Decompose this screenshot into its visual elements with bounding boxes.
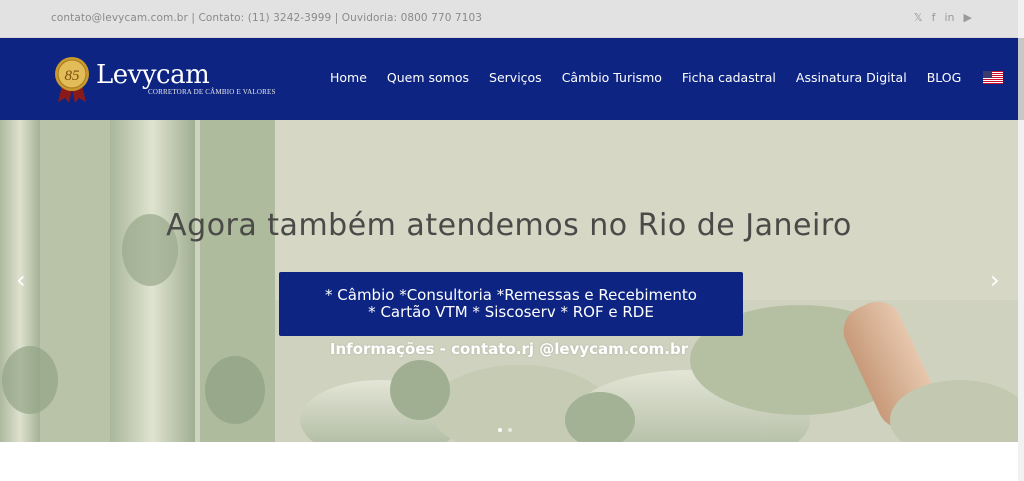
- hero-title: Agora também atendemos no Rio de Janeiro: [166, 208, 852, 243]
- slider-dot[interactable]: [508, 428, 512, 432]
- medal-icon: 85: [55, 57, 89, 103]
- hero-slider: Agora também atendemos no Rio de Janeiro…: [0, 120, 1018, 442]
- slider-prev-icon[interactable]: ‹: [16, 268, 26, 292]
- linkedin-icon[interactable]: in: [945, 12, 955, 24]
- slider-dots: [498, 428, 512, 432]
- nav-servicos[interactable]: Serviços: [479, 70, 552, 85]
- social-links: 𝕏 f in ▶: [914, 12, 972, 24]
- contact-info: contato@levycam.com.br | Contato: (11) 3…: [51, 12, 483, 24]
- youtube-icon[interactable]: ▶: [964, 12, 972, 24]
- facebook-icon[interactable]: f: [932, 12, 936, 24]
- brand-name: Levycam: [96, 60, 210, 90]
- nav-blog[interactable]: BLOG: [917, 70, 972, 85]
- nav-cambio-turismo[interactable]: Câmbio Turismo: [552, 70, 672, 85]
- page-scrollbar[interactable]: [1018, 0, 1024, 481]
- logo-badge-number: 85: [65, 68, 81, 84]
- scrollbar-thumb[interactable]: [1018, 38, 1024, 120]
- levycam-logo[interactable]: 85 Levycam CORRETORA DE CÂMBIO E VALORES: [52, 56, 275, 104]
- slider-next-icon[interactable]: ›: [990, 268, 1000, 292]
- main-nav: Home Quem somos Serviços Câmbio Turismo …: [320, 70, 1004, 85]
- top-bar: contato@levycam.com.br | Contato: (11) 3…: [0, 0, 1018, 38]
- services-line-1: * Câmbio *Consultoria *Remessas e Recebi…: [325, 286, 697, 304]
- twitter-icon[interactable]: 𝕏: [914, 12, 923, 24]
- us-flag-icon[interactable]: [983, 71, 1004, 84]
- brand-tagline: CORRETORA DE CÂMBIO E VALORES: [148, 88, 276, 96]
- services-banner[interactable]: * Câmbio *Consultoria *Remessas e Recebi…: [279, 272, 743, 336]
- site-header: 85 Levycam CORRETORA DE CÂMBIO E VALORES…: [0, 38, 1018, 120]
- nav-ficha-cadastral[interactable]: Ficha cadastral: [672, 70, 786, 85]
- nav-home[interactable]: Home: [320, 70, 377, 85]
- services-line-2: * Cartão VTM * Siscoserv * ROF e RDE: [368, 303, 654, 321]
- nav-quem-somos[interactable]: Quem somos: [377, 70, 479, 85]
- nav-assinatura-digital[interactable]: Assinatura Digital: [786, 70, 917, 85]
- hero-contact-info: Informações - contato.rj @levycam.com.br: [329, 340, 689, 358]
- slider-dot[interactable]: [498, 428, 502, 432]
